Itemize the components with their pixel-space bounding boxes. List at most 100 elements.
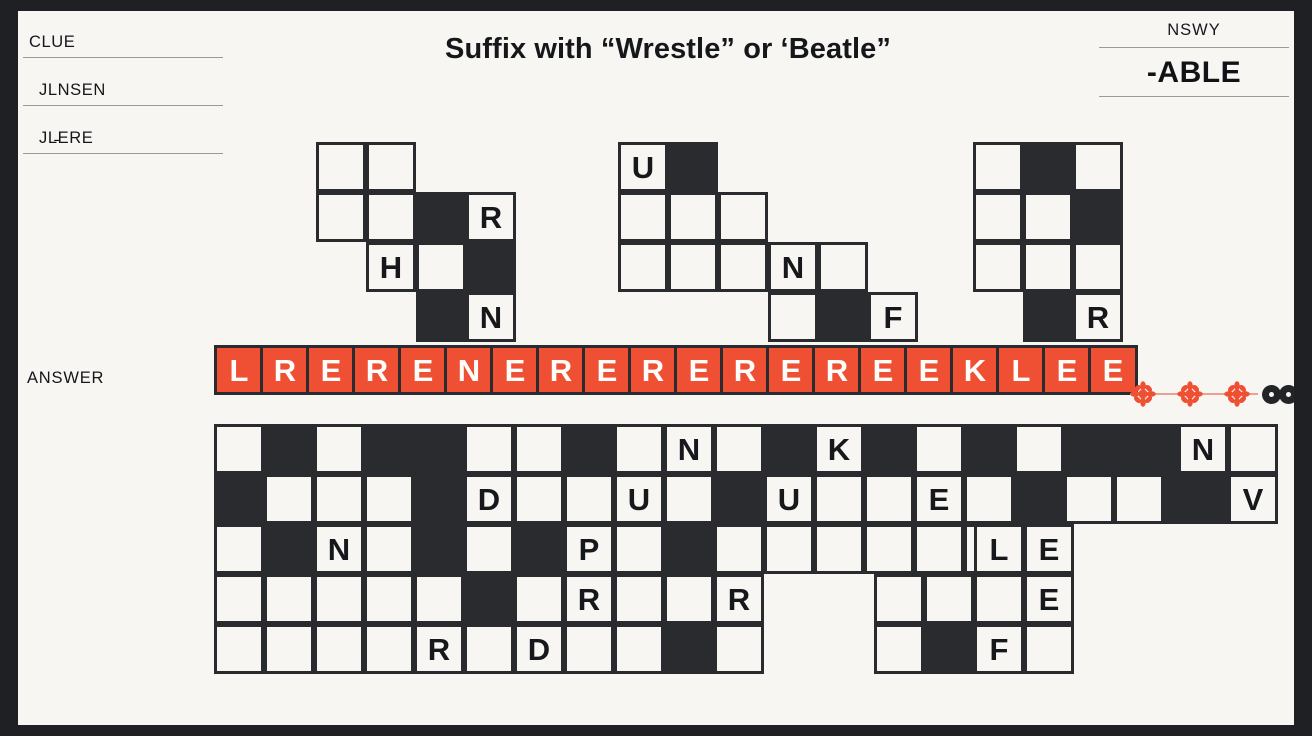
grid-cell-lower-5[interactable]: [464, 424, 514, 474]
grid-cell-lower-86[interactable]: [564, 624, 614, 674]
grid-cell-lower-16[interactable]: [1014, 424, 1064, 474]
grid-cell-lower-84[interactable]: [464, 624, 514, 674]
grid-cell-lower-72[interactable]: [614, 574, 664, 624]
grid-cell-lower-52[interactable]: [614, 524, 664, 574]
grid-cell-lower-87[interactable]: [614, 624, 664, 674]
answer-cell-15[interactable]: E: [904, 345, 954, 395]
grid-cell-lower-23[interactable]: [264, 474, 314, 524]
grid-cell-lower-67[interactable]: [364, 574, 414, 624]
grid-cell-lower-21[interactable]: [1228, 424, 1278, 474]
grid-cell-lower-54[interactable]: [714, 524, 764, 574]
answer-cell-3[interactable]: R: [352, 345, 402, 395]
grid-cell-upper-20[interactable]: [818, 242, 868, 292]
answer-cell-2[interactable]: E: [306, 345, 356, 395]
grid-cell-lower-81[interactable]: [314, 624, 364, 674]
grid-cell-lower-12[interactable]: K: [814, 424, 864, 474]
grid-cell-lower-68[interactable]: [414, 574, 464, 624]
answer-cell-13[interactable]: R: [812, 345, 862, 395]
grid-cell-upper-7[interactable]: [416, 242, 466, 292]
grid-cell-lower-25[interactable]: [364, 474, 414, 524]
answer-cell-18[interactable]: E: [1042, 345, 1092, 395]
grid-cell-upper-27[interactable]: [973, 192, 1023, 242]
grid-cell-lower-51[interactable]: P: [564, 524, 614, 574]
grid-cell-lower-29[interactable]: [564, 474, 614, 524]
grid-cell-lower-82[interactable]: [364, 624, 414, 674]
grid-cell-lower-63[interactable]: E: [1024, 524, 1074, 574]
grid-cell-lower-8[interactable]: [614, 424, 664, 474]
grid-cell-lower-49[interactable]: [464, 524, 514, 574]
grid-cell-upper-34[interactable]: R: [1073, 292, 1123, 342]
grid-cell-lower-83[interactable]: R: [414, 624, 464, 674]
grid-cell-upper-11[interactable]: U: [618, 142, 668, 192]
grid-cell-upper-3[interactable]: [366, 192, 416, 242]
grid-cell-lower-73[interactable]: [664, 574, 714, 624]
grid-cell-lower-33[interactable]: U: [764, 474, 814, 524]
grid-cell-upper-19[interactable]: N: [768, 242, 818, 292]
answer-cell-5[interactable]: N: [444, 345, 494, 395]
grid-cell-lower-77[interactable]: [974, 574, 1024, 624]
answer-cell-9[interactable]: R: [628, 345, 678, 395]
answer-cell-12[interactable]: E: [766, 345, 816, 395]
grid-cell-upper-18[interactable]: [718, 242, 768, 292]
grid-cell-upper-26[interactable]: [1073, 142, 1123, 192]
grid-cell-lower-62[interactable]: L: [974, 524, 1024, 574]
grid-cell-upper-17[interactable]: [668, 242, 718, 292]
grid-cell-lower-44[interactable]: [214, 524, 264, 574]
grid-cell-lower-85[interactable]: D: [514, 624, 564, 674]
grid-cell-lower-31[interactable]: [664, 474, 714, 524]
grid-cell-lower-36[interactable]: E: [914, 474, 964, 524]
grid-cell-lower-78[interactable]: E: [1024, 574, 1074, 624]
grid-cell-lower-0[interactable]: [214, 424, 264, 474]
grid-cell-lower-75[interactable]: [874, 574, 924, 624]
grid-cell-lower-10[interactable]: [714, 424, 764, 474]
grid-cell-upper-5[interactable]: R: [466, 192, 516, 242]
grid-cell-lower-66[interactable]: [314, 574, 364, 624]
answer-cell-4[interactable]: E: [398, 345, 448, 395]
grid-cell-upper-30[interactable]: [973, 242, 1023, 292]
grid-cell-lower-79[interactable]: [214, 624, 264, 674]
grid-cell-lower-89[interactable]: [714, 624, 764, 674]
grid-cell-lower-2[interactable]: [314, 424, 364, 474]
grid-cell-upper-10[interactable]: N: [466, 292, 516, 342]
grid-cell-lower-20[interactable]: N: [1178, 424, 1228, 474]
answer-cell-0[interactable]: L: [214, 345, 264, 395]
grid-cell-lower-28[interactable]: [514, 474, 564, 524]
grid-cell-lower-46[interactable]: N: [314, 524, 364, 574]
grid-cell-lower-6[interactable]: [514, 424, 564, 474]
answer-cell-17[interactable]: L: [996, 345, 1046, 395]
answer-cell-14[interactable]: E: [858, 345, 908, 395]
grid-cell-upper-23[interactable]: F: [868, 292, 918, 342]
grid-cell-lower-34[interactable]: [814, 474, 864, 524]
grid-cell-upper-31[interactable]: [1023, 242, 1073, 292]
grid-cell-lower-57[interactable]: [864, 524, 914, 574]
grid-cell-upper-16[interactable]: [618, 242, 668, 292]
grid-cell-upper-32[interactable]: [1073, 242, 1123, 292]
grid-cell-lower-64[interactable]: [214, 574, 264, 624]
grid-cell-lower-92[interactable]: F: [974, 624, 1024, 674]
grid-cell-lower-47[interactable]: [364, 524, 414, 574]
grid-cell-upper-13[interactable]: [618, 192, 668, 242]
grid-cell-upper-0[interactable]: [316, 142, 366, 192]
grid-cell-upper-15[interactable]: [718, 192, 768, 242]
crossword-grid[interactable]: RHNUNFRNKNDUUEVNPLERRERDFLRERENERERERERE…: [18, 11, 1294, 725]
grid-cell-lower-93[interactable]: [1024, 624, 1074, 674]
grid-cell-lower-39[interactable]: [1064, 474, 1114, 524]
grid-cell-lower-80[interactable]: [264, 624, 314, 674]
grid-cell-upper-28[interactable]: [1023, 192, 1073, 242]
grid-cell-lower-24[interactable]: [314, 474, 364, 524]
answer-cell-16[interactable]: K: [950, 345, 1000, 395]
grid-cell-lower-74[interactable]: R: [714, 574, 764, 624]
grid-cell-lower-30[interactable]: U: [614, 474, 664, 524]
answer-cell-10[interactable]: E: [674, 345, 724, 395]
grid-cell-lower-40[interactable]: [1114, 474, 1164, 524]
grid-cell-lower-56[interactable]: [814, 524, 864, 574]
grid-cell-upper-21[interactable]: [768, 292, 818, 342]
grid-cell-upper-2[interactable]: [316, 192, 366, 242]
grid-cell-lower-9[interactable]: N: [664, 424, 714, 474]
answer-cell-6[interactable]: E: [490, 345, 540, 395]
grid-cell-lower-43[interactable]: V: [1228, 474, 1278, 524]
grid-cell-lower-55[interactable]: [764, 524, 814, 574]
grid-cell-lower-27[interactable]: D: [464, 474, 514, 524]
grid-cell-lower-76[interactable]: [924, 574, 974, 624]
answer-cell-7[interactable]: R: [536, 345, 586, 395]
